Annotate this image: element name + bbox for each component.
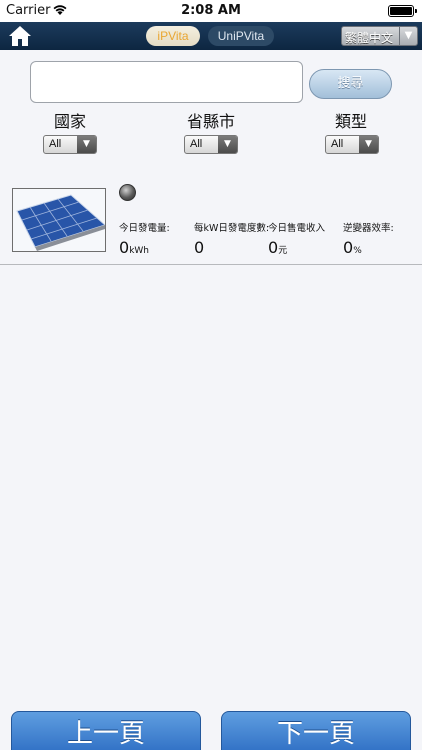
tab-ipvita[interactable]: iPVita	[146, 26, 200, 46]
tab-unipvita[interactable]: UniPVita	[208, 26, 274, 46]
status-indicator	[119, 184, 136, 201]
metric-label-inverter-efficiency: 逆變器效率:	[343, 223, 394, 234]
type-filter-value: All	[331, 138, 344, 150]
region-filter-label: 省縣市	[186, 112, 235, 131]
metric-label-daily-energy: 今日發電量:	[119, 223, 170, 234]
metric-value-inverter-efficiency: 0%	[343, 238, 362, 257]
clock: 2:08 AM	[181, 3, 241, 18]
chevron-down-icon: ▼	[399, 27, 417, 45]
type-filter-select[interactable]: All ▼	[325, 135, 379, 154]
metric-value-per-kw: 0	[194, 238, 205, 257]
type-filter-label: 類型	[334, 112, 367, 131]
status-bar: Carrier 2:08 AM	[0, 0, 422, 22]
region-filter-value: All	[190, 138, 203, 150]
chevron-down-icon: ▼	[218, 136, 237, 153]
chevron-down-icon: ▼	[359, 136, 378, 153]
chevron-down-icon: ▼	[77, 136, 96, 153]
nav-bar: iPVita UniPVita 繁體中文 ▼	[0, 22, 422, 50]
next-page-button[interactable]: 下一頁	[221, 711, 411, 750]
metric-label-per-kw: 每kW日發電度數:	[194, 223, 270, 234]
region-filter-select[interactable]: All ▼	[184, 135, 238, 154]
station-list-item[interactable]: 今日發電量: 0kWh 每kW日發電度數: 0 今日售電收入 0元 逆變器效率:…	[0, 180, 422, 265]
country-filter-select[interactable]: All ▼	[43, 135, 97, 154]
metric-value-revenue: 0元	[268, 238, 288, 257]
search-input[interactable]	[30, 61, 303, 103]
language-label: 繁體中文	[345, 31, 394, 45]
country-filter-label: 國家	[53, 112, 86, 131]
metric-value-daily-energy: 0kWh	[119, 238, 150, 257]
language-select[interactable]: 繁體中文 ▼	[341, 26, 418, 46]
home-icon[interactable]	[8, 25, 32, 47]
search-button[interactable]: 搜尋	[309, 69, 392, 99]
country-filter-value: All	[49, 138, 62, 150]
metric-label-revenue: 今日售電收入	[268, 223, 326, 234]
battery-icon	[388, 5, 417, 17]
solar-panel-image	[12, 188, 106, 252]
previous-page-button[interactable]: 上一頁	[11, 711, 201, 750]
